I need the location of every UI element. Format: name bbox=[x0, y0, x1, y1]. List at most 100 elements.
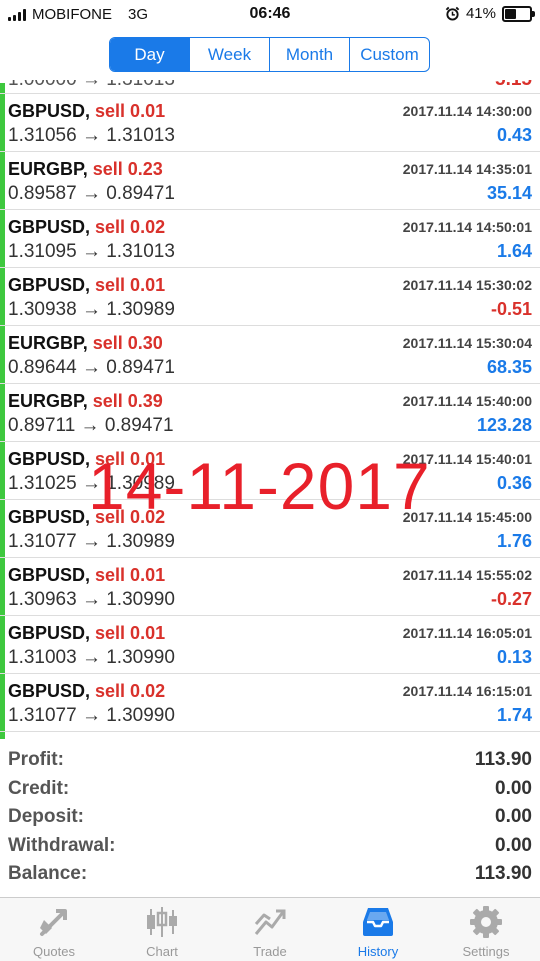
trade-datetime: 2017.11.14 16:05:01 bbox=[402, 625, 532, 641]
trade-profit: 1.64 bbox=[496, 241, 532, 261]
trade-symbol-text: EURGBP, bbox=[8, 333, 88, 353]
tab-chart[interactable]: Chart bbox=[108, 898, 216, 961]
status-bar: MOBIFONE 3G 06:46 41% bbox=[0, 0, 540, 28]
trade-side: sell 0.39 bbox=[92, 391, 163, 411]
trade-row[interactable]: EURGBP, sell 0.30 2017.11.14 15:30:04 0.89… bbox=[0, 326, 540, 384]
trade-prices: 1.31077 → 1.30990 bbox=[8, 705, 175, 726]
summary-credit-label: Credit: bbox=[8, 777, 70, 799]
summary-deposit-value: 0.00 bbox=[495, 806, 532, 828]
trade-symbol: GBPUSD, sell 0.02 bbox=[8, 681, 165, 702]
trade-side: sell 0.23 bbox=[92, 159, 163, 179]
summary-profit-row: Profit: 113.90 bbox=[0, 746, 540, 775]
trade-symbol: GBPUSD, sell 0.01 bbox=[8, 275, 165, 296]
trade-row[interactable]: GBPUSD, sell 0.02 2017.11.14 14:50:01 1.31… bbox=[0, 210, 540, 268]
trade-datetime: 2017.11.14 14:30:00 bbox=[402, 103, 532, 119]
summary-balance-label: Balance: bbox=[8, 863, 88, 885]
battery-icon bbox=[502, 5, 535, 22]
status-right: 41% bbox=[445, 5, 535, 22]
tab-trade-label: Trade bbox=[253, 944, 287, 959]
partial-row-prices: 1.00000 → 1.31013 bbox=[8, 80, 175, 91]
trade-row[interactable]: EURGBP, sell 0.39 2017.11.14 15:40:00 0.89… bbox=[0, 384, 540, 442]
trade-symbol: GBPUSD, sell 0.01 bbox=[8, 565, 165, 586]
tab-chart-label: Chart bbox=[146, 944, 178, 959]
summary-profit-label: Profit: bbox=[8, 749, 64, 770]
summary-withdrawal-value: 0.00 bbox=[495, 834, 532, 856]
trade-profit: 0.36 bbox=[496, 473, 532, 493]
segment-day[interactable]: Day bbox=[110, 38, 190, 71]
trade-row[interactable]: GBPUSD, sell 0.02 2017.11.14 15:45:00 1.31… bbox=[0, 500, 540, 558]
tab-quotes[interactable]: Quotes bbox=[0, 898, 108, 961]
trade-prices: 1.31056 → 1.31013 bbox=[8, 125, 175, 146]
trade-row[interactable]: EURGBP, sell 0.23 2017.11.14 14:35:01 0.89… bbox=[0, 152, 540, 210]
trade-profit: -0.27 bbox=[490, 589, 532, 609]
tab-settings-label: Settings bbox=[462, 944, 510, 959]
trade-profit: 68.35 bbox=[486, 357, 532, 377]
trade-row[interactable]: GBPUSD, sell 0.01 2017.11.14 14:30:00 1.31… bbox=[0, 94, 540, 152]
trade-row[interactable]: GBPUSD, sell 0.02 2017.11.14 16:15:01 1.31… bbox=[0, 674, 540, 732]
segment-week[interactable]: Week bbox=[190, 38, 270, 71]
trade-prices: 1.31095 → 1.31013 bbox=[8, 241, 175, 262]
partial-row: 1.00000 → 1.31013 5.15 bbox=[0, 80, 540, 94]
tab-history-label: History bbox=[357, 944, 399, 959]
trade-prices: 1.30963 → 1.30990 bbox=[8, 589, 175, 610]
trade-symbol: GBPUSD, sell 0.02 bbox=[8, 507, 165, 528]
trade-profit: -0.51 bbox=[490, 299, 532, 319]
alarm-icon bbox=[445, 6, 460, 21]
quotes-icon bbox=[40, 909, 67, 936]
trade-symbol-text: GBPUSD, bbox=[8, 507, 91, 527]
trade-symbol-text: GBPUSD, bbox=[8, 217, 91, 237]
tab-settings[interactable]: Settings bbox=[432, 898, 540, 961]
bottom-tab-bar: Quotes Chart Trade History Settings bbox=[0, 897, 540, 961]
battery-percent: 41% bbox=[465, 5, 496, 22]
trade-symbol: GBPUSD, sell 0.02 bbox=[8, 217, 165, 238]
trade-datetime: 2017.11.14 15:55:02 bbox=[402, 567, 532, 583]
trade-prices: 1.31077 → 1.30989 bbox=[8, 531, 175, 552]
trade-datetime: 2017.11.14 14:50:01 bbox=[402, 219, 532, 235]
segment-custom[interactable]: Custom bbox=[350, 38, 429, 71]
trade-history-list[interactable]: 1.00000 → 1.31013 5.15 GBPUSD, sell 0.01… bbox=[0, 80, 540, 732]
trade-side: sell 0.02 bbox=[95, 217, 166, 237]
trade-symbol-text: EURGBP, bbox=[8, 159, 88, 179]
trade-profit: 0.13 bbox=[496, 647, 532, 667]
trade-side: sell 0.01 bbox=[95, 623, 166, 643]
trade-prices: 0.89587 → 0.89471 bbox=[8, 183, 175, 204]
summary-withdrawal-row: Withdrawal: 0.00 bbox=[0, 832, 540, 861]
summary-balance-value: 113.90 bbox=[474, 863, 532, 885]
trade-symbol: GBPUSD, sell 0.01 bbox=[8, 449, 165, 470]
trade-side: sell 0.01 bbox=[95, 275, 166, 295]
trade-profit: 123.28 bbox=[476, 415, 532, 435]
trade-row[interactable]: GBPUSD, sell 0.01 2017.11.14 15:40:01 1.31… bbox=[0, 442, 540, 500]
trade-prices: 0.89711 → 0.89471 bbox=[8, 415, 174, 436]
trade-row[interactable]: GBPUSD, sell 0.01 2017.11.14 16:05:01 1.31… bbox=[0, 616, 540, 674]
tab-history[interactable]: History bbox=[324, 898, 432, 961]
trade-prices: 1.31025 → 1.30989 bbox=[8, 473, 175, 494]
gear-icon bbox=[470, 906, 502, 938]
partial-row-profit: 5.15 bbox=[495, 80, 532, 91]
trade-row[interactable]: GBPUSD, sell 0.01 2017.11.14 15:30:02 1.30… bbox=[0, 268, 540, 326]
trade-side: sell 0.30 bbox=[92, 333, 163, 353]
trade-symbol: GBPUSD, sell 0.01 bbox=[8, 623, 165, 644]
trade-profit: 1.76 bbox=[496, 531, 532, 551]
trade-profit: 35.14 bbox=[486, 183, 532, 203]
summary-deposit-label: Deposit: bbox=[8, 806, 84, 828]
trade-symbol: EURGBP, sell 0.23 bbox=[8, 159, 163, 180]
trade-side: sell 0.02 bbox=[95, 507, 166, 527]
trade-symbol-text: GBPUSD, bbox=[8, 101, 91, 121]
trade-symbol: GBPUSD, sell 0.01 bbox=[8, 101, 165, 122]
tab-trade[interactable]: Trade bbox=[216, 898, 324, 961]
trade-prices: 1.31003 → 1.30990 bbox=[8, 647, 175, 668]
trade-side: sell 0.01 bbox=[95, 449, 166, 469]
account-summary: Profit: 113.90 Credit: 0.00 Deposit: 0.0… bbox=[0, 746, 540, 889]
trade-row[interactable]: GBPUSD, sell 0.01 2017.11.14 15:55:02 1.30… bbox=[0, 558, 540, 616]
trade-icon bbox=[254, 909, 286, 935]
trade-symbol-text: GBPUSD, bbox=[8, 681, 91, 701]
trade-symbol-text: GBPUSD, bbox=[8, 623, 91, 643]
trade-symbol: EURGBP, sell 0.39 bbox=[8, 391, 163, 412]
trade-datetime: 2017.11.14 14:35:01 bbox=[402, 161, 532, 177]
trade-datetime: 2017.11.14 16:15:01 bbox=[402, 683, 532, 699]
summary-withdrawal-label: Withdrawal: bbox=[8, 834, 116, 856]
segment-month[interactable]: Month bbox=[270, 38, 350, 71]
trade-datetime: 2017.11.14 15:30:02 bbox=[402, 277, 532, 293]
summary-profit-value: 113.90 bbox=[474, 749, 532, 770]
trade-side: sell 0.01 bbox=[95, 565, 166, 585]
